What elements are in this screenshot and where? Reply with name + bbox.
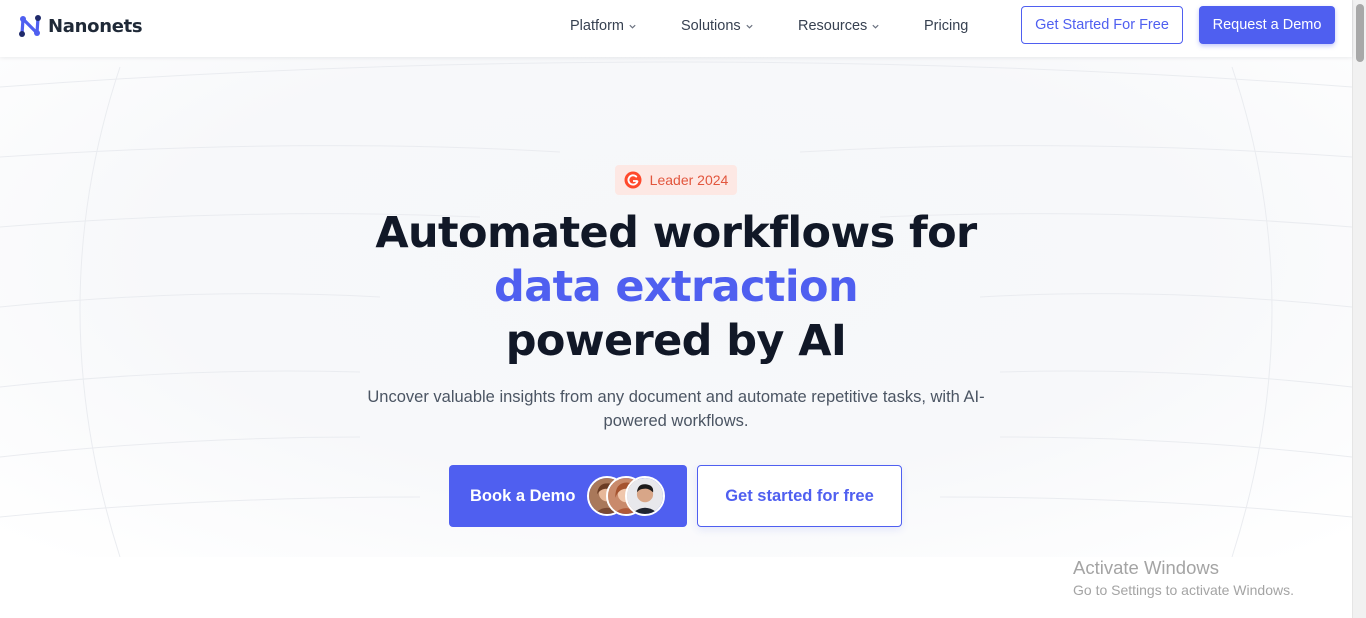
nanonets-logo-icon <box>19 15 41 37</box>
get-started-free-hero-button[interactable]: Get started for free <box>697 465 902 527</box>
nav-pricing[interactable]: Pricing <box>924 16 968 36</box>
request-demo-button[interactable]: Request a Demo <box>1199 6 1335 44</box>
nav-resources[interactable]: Resources <box>798 16 880 36</box>
avatar-group <box>587 476 669 516</box>
nav-platform[interactable]: Platform <box>570 16 637 36</box>
activate-windows-title: Activate Windows <box>1073 557 1219 578</box>
logo-link[interactable]: Nanonets <box>17 11 143 41</box>
top-navbar: Nanonets Platform Solutions Resources Pr… <box>0 0 1352 57</box>
chevron-down-icon <box>872 24 879 29</box>
get-started-free-button[interactable]: Get Started For Free <box>1021 6 1183 44</box>
hero-headline: Automated workflows for data extraction … <box>300 206 1052 368</box>
badge-label: Leader 2024 <box>649 172 729 188</box>
vertical-scrollbar[interactable] <box>1352 0 1366 618</box>
nav-platform-label: Platform <box>570 18 624 34</box>
hero-subtext: Uncover valuable insights from any docum… <box>367 388 985 430</box>
logo-text: Nanonets <box>48 15 143 37</box>
g2-icon <box>624 171 642 189</box>
avatar <box>625 476 665 516</box>
book-demo-button[interactable]: Book a Demo <box>449 465 687 527</box>
headline-accent: data extraction <box>494 262 859 312</box>
nav-resources-label: Resources <box>798 18 868 34</box>
book-demo-label: Book a Demo <box>470 486 576 505</box>
activate-windows-subtitle: Go to Settings to activate Windows. <box>1073 582 1294 598</box>
chevron-down-icon <box>746 24 753 29</box>
chevron-down-icon <box>629 24 636 29</box>
nav-solutions[interactable]: Solutions <box>681 16 754 36</box>
headline-line-1: Automated workflows for <box>375 208 977 258</box>
scrollbar-thumb[interactable] <box>1356 4 1364 62</box>
headline-line-3: powered by AI <box>505 316 847 366</box>
nav-pricing-label: Pricing <box>924 18 969 34</box>
nav-solutions-label: Solutions <box>681 18 741 34</box>
g2-leader-badge: Leader 2024 <box>615 165 737 195</box>
